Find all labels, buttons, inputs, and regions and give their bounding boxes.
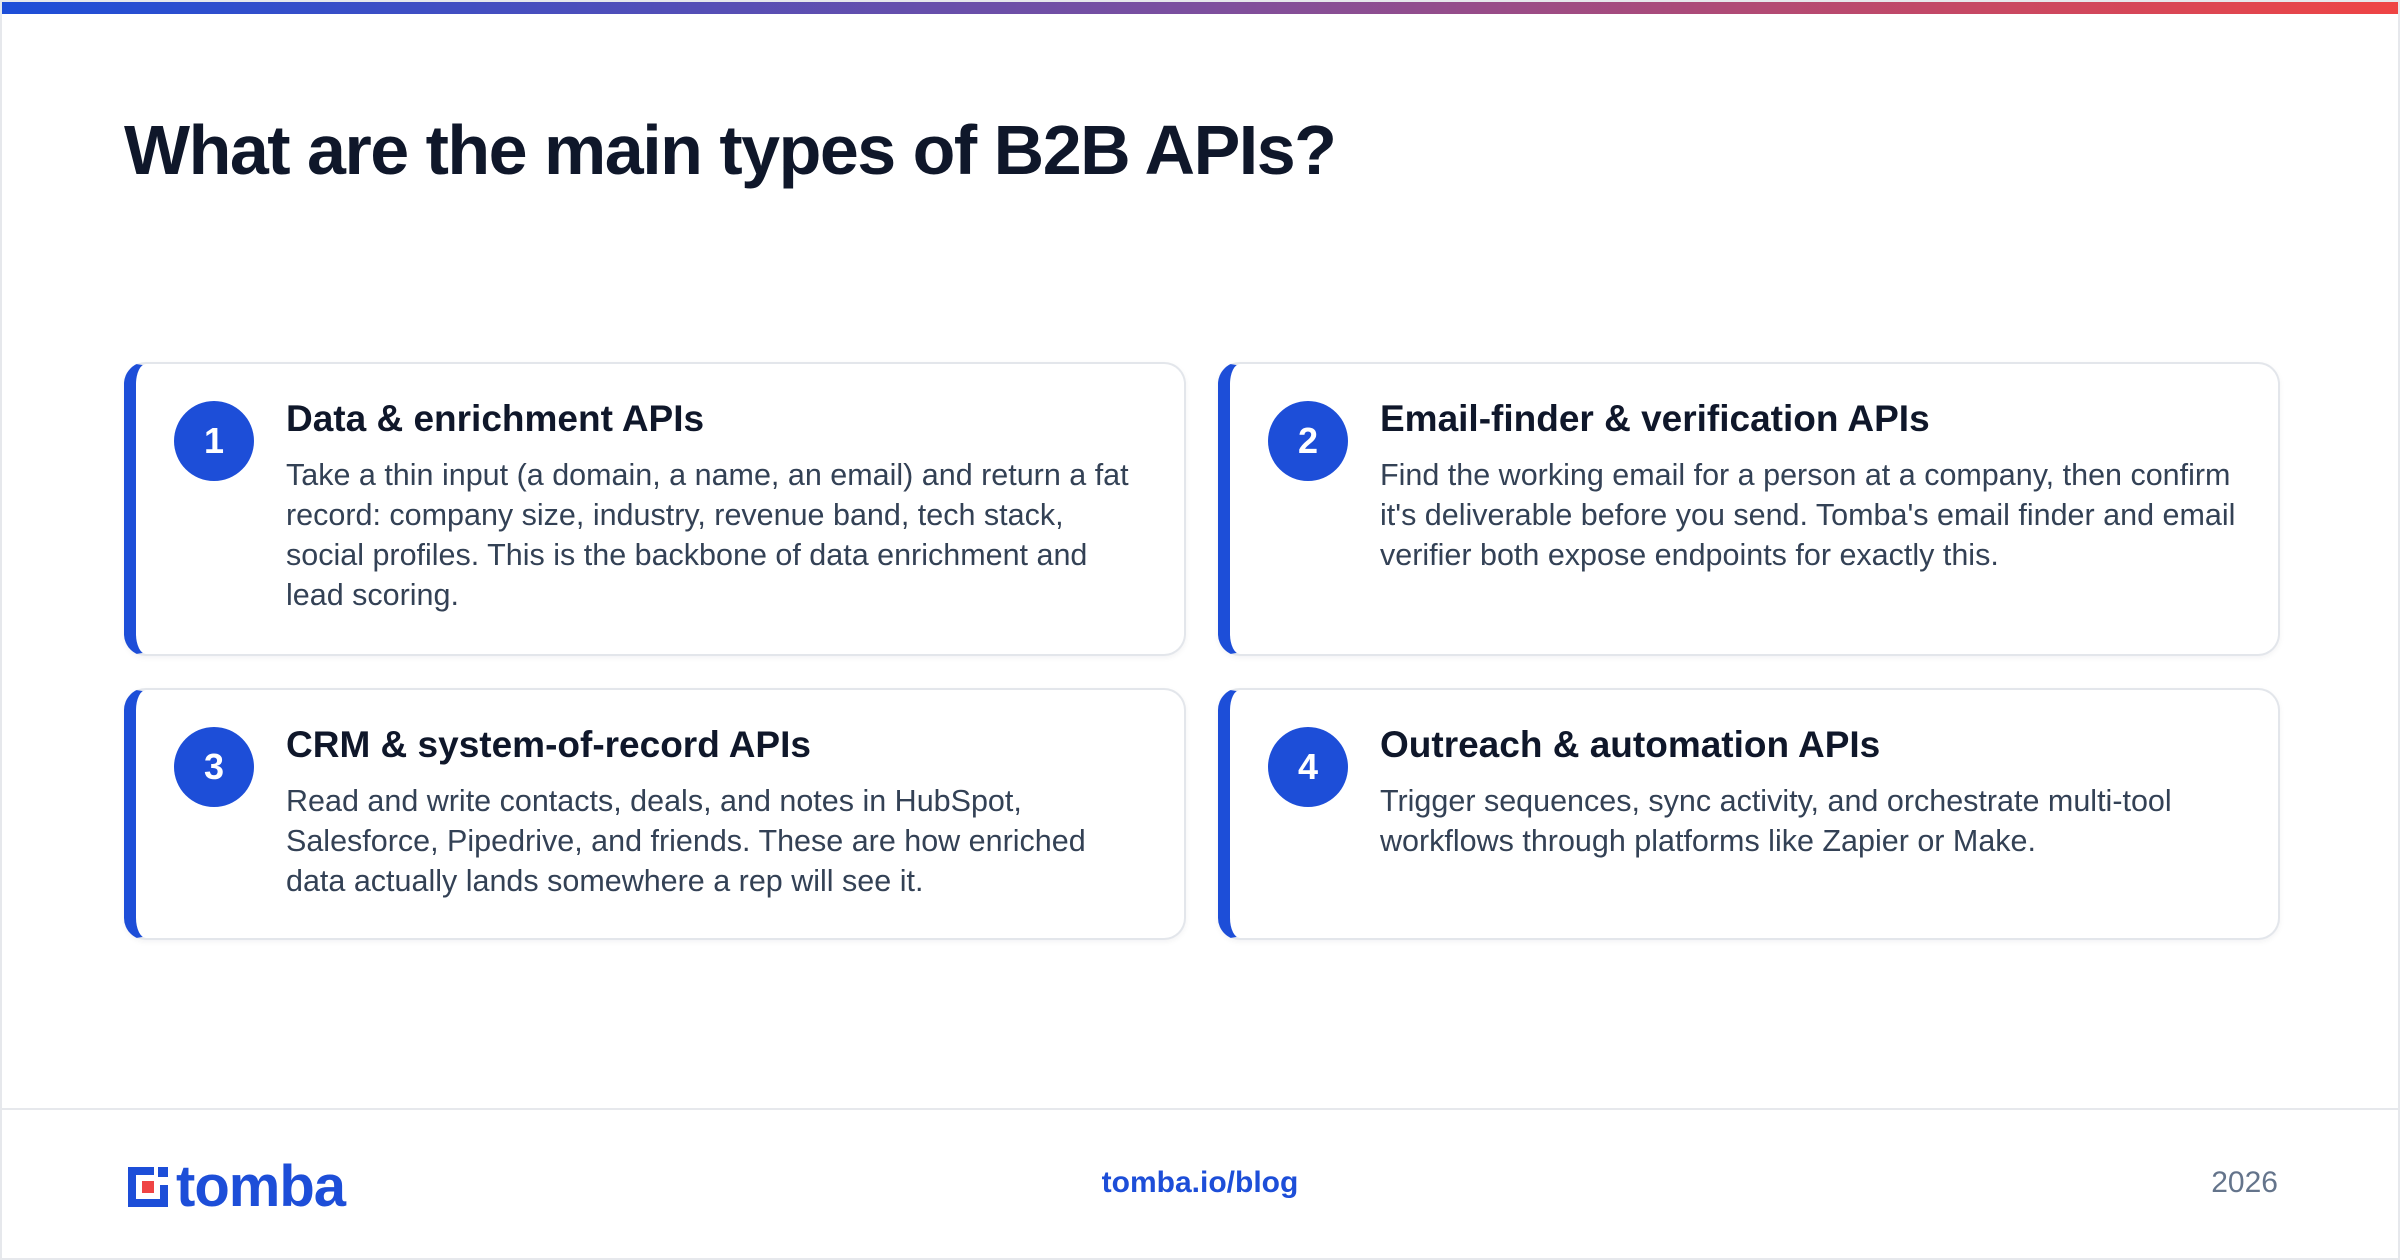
api-types-grid: 1 Data & enrichment APIs Take a thin inp… <box>124 362 2280 940</box>
number-badge: 1 <box>174 401 254 481</box>
card-description: Trigger sequences, sync activity, and or… <box>1380 783 2172 858</box>
top-gradient-bar <box>2 2 2398 14</box>
card-description: Find the working email for a person at a… <box>1380 457 2236 572</box>
card-description: Take a thin input (a domain, a name, an … <box>286 457 1129 612</box>
page-title: What are the main types of B2B APIs? <box>124 111 1337 189</box>
footer: tomba tomba.io/blog 2026 <box>2 1108 2398 1258</box>
card-title: Email-finder & verification APIs <box>1380 398 1930 439</box>
card-title: Data & enrichment APIs <box>286 398 705 439</box>
number-badge: 3 <box>174 727 254 807</box>
card-description: Read and write contacts, deals, and note… <box>286 783 1086 898</box>
number-badge: 4 <box>1268 727 1348 807</box>
card-title: CRM & system-of-record APIs <box>286 724 811 765</box>
footer-year: 2026 <box>2211 1166 2278 1199</box>
api-type-card-4: 4 Outreach & automation APIs Trigger seq… <box>1218 688 2280 940</box>
api-type-card-1: 1 Data & enrichment APIs Take a thin inp… <box>124 362 1186 656</box>
blog-link[interactable]: tomba.io/blog <box>2 1166 2398 1200</box>
slide: What are the main types of B2B APIs? 1 D… <box>0 0 2400 1260</box>
api-type-card-2: 2 Email-finder & verification APIs Find … <box>1218 362 2280 656</box>
number-badge: 2 <box>1268 401 1348 481</box>
api-type-card-3: 3 CRM & system-of-record APIs Read and w… <box>124 688 1186 940</box>
card-title: Outreach & automation APIs <box>1380 724 1881 765</box>
